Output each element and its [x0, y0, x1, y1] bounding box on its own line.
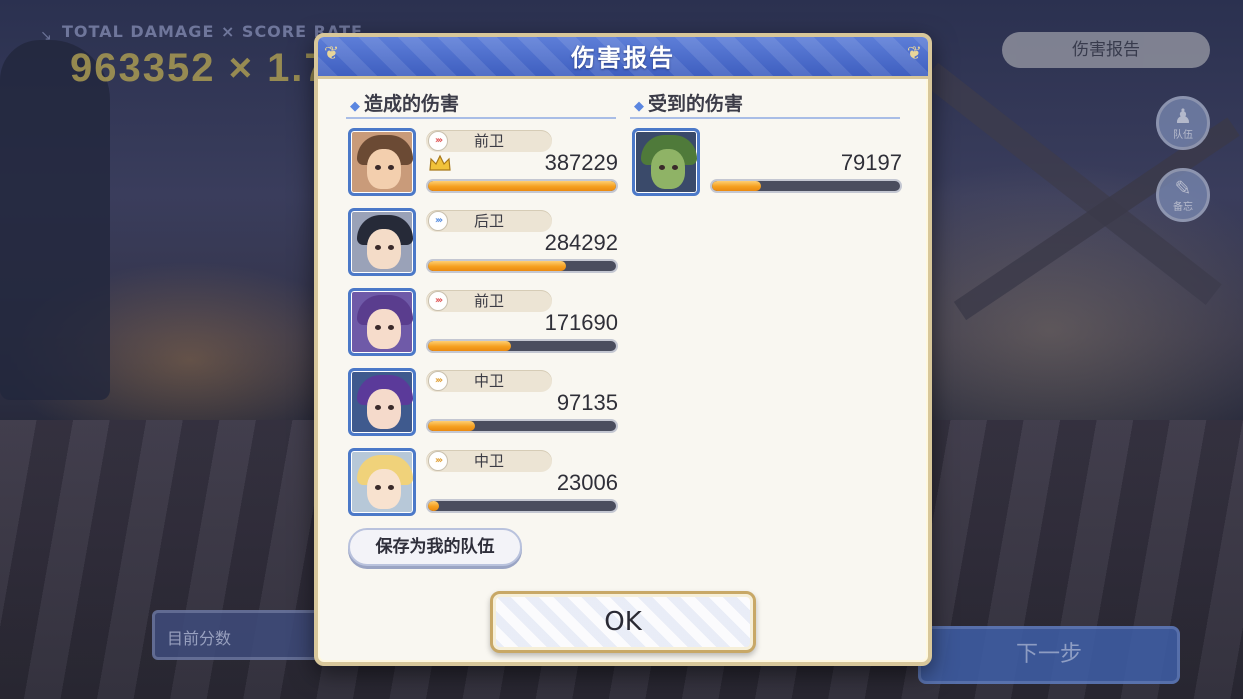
portrait-eye: [388, 165, 394, 170]
role-label: 前卫: [473, 132, 504, 150]
role-label: 中卫: [473, 452, 504, 470]
portrait-eye: [375, 245, 381, 250]
damage-row: ››› 前卫 171690: [348, 288, 618, 358]
dealt-damage-heading: ◆ 造成的伤害: [350, 89, 459, 116]
score-value: 963352 × 1.7: [70, 46, 329, 90]
portrait-eye: [659, 165, 665, 170]
damage-bar: [426, 179, 618, 193]
portrait-face: [367, 389, 401, 429]
crown-icon: [428, 154, 452, 172]
diamond-icon: ◆: [634, 99, 644, 114]
character-portrait[interactable]: [348, 288, 416, 356]
received-damage-heading: ◆ 受到的伤害: [634, 89, 743, 116]
memo-button[interactable]: ✎ 备忘: [1156, 168, 1210, 222]
damage-value: 387229: [544, 150, 618, 175]
divider: [346, 117, 616, 119]
role-badge: ››› 中卫: [426, 370, 552, 392]
current-score-label: 目前分数: [167, 629, 232, 648]
received-bar: [710, 179, 902, 193]
damage-bar-fill: [428, 261, 566, 271]
portrait-face: [367, 149, 401, 189]
background-tree: [0, 40, 110, 400]
damage-report-button[interactable]: 伤害报告: [1002, 32, 1210, 68]
character-portrait[interactable]: [348, 128, 416, 196]
damage-bar-fill: [428, 341, 512, 351]
portrait-eye: [375, 485, 381, 490]
character-portrait[interactable]: [348, 208, 416, 276]
damage-bar-fill: [428, 421, 476, 431]
portrait-face: [367, 229, 401, 269]
character-portrait[interactable]: [348, 448, 416, 516]
memo-icon: ✎: [1174, 175, 1192, 200]
memo-button-label: 备忘: [1173, 201, 1193, 213]
portrait-eye: [375, 405, 381, 410]
next-button[interactable]: 下一步: [918, 626, 1180, 684]
role-label: 前卫: [473, 292, 504, 310]
team-button-label: 队伍: [1173, 129, 1193, 141]
damage-value: 23006: [556, 470, 618, 495]
portrait-eye: [388, 325, 394, 330]
team-icon: ♟: [1174, 103, 1192, 128]
portrait-eye: [388, 245, 394, 250]
damage-value: 171690: [544, 310, 618, 335]
dialog-header: ❦ 伤害报告 ❦: [318, 37, 928, 79]
role-label: 中卫: [473, 372, 504, 390]
received-damage-value: 79197: [840, 150, 902, 175]
damage-bar-fill: [428, 181, 616, 191]
role-badge: ››› 后卫: [426, 210, 552, 232]
diamond-icon: ◆: [350, 99, 360, 114]
portrait-eye: [672, 165, 678, 170]
role-label: 后卫: [473, 212, 504, 230]
divider: [630, 117, 900, 119]
portrait-face: [367, 309, 401, 349]
ok-button[interactable]: OK: [490, 591, 756, 653]
dealt-damage-heading-text: 造成的伤害: [364, 93, 460, 115]
received-bar-fill: [712, 181, 761, 191]
received-row: 79197: [632, 128, 902, 198]
damage-report-dialog: ❦ 伤害报告 ❦ ◆ 造成的伤害 ◆ 受到的伤害 ››› 前卫 387229 ››› 后卫 2…: [314, 33, 932, 666]
team-button[interactable]: ♟ 队伍: [1156, 96, 1210, 150]
role-badge: ››› 前卫: [426, 130, 552, 152]
damage-value: 284292: [544, 230, 618, 255]
portrait-eye: [375, 165, 381, 170]
portrait-eye: [375, 325, 381, 330]
battle-result-screen: ↘ TOTAL DAMAGE × SCORE RATE 963352 × 1.7…: [0, 0, 1243, 699]
damage-row: ››› 中卫 23006: [348, 448, 618, 518]
damage-bar: [426, 419, 618, 433]
character-portrait[interactable]: [348, 368, 416, 436]
damage-row: ››› 中卫 97135: [348, 368, 618, 438]
damage-bar: [426, 259, 618, 273]
portrait-eye: [388, 405, 394, 410]
damage-row: ››› 后卫 284292: [348, 208, 618, 278]
role-badge: ››› 前卫: [426, 290, 552, 312]
ornament-icon: ❦: [324, 43, 340, 64]
damage-row: ››› 前卫 387229: [348, 128, 618, 198]
ornament-icon: ❦: [906, 43, 922, 64]
damage-bar: [426, 339, 618, 353]
current-score-panel: 目前分数: [152, 610, 332, 660]
save-team-button[interactable]: 保存为我的队伍: [348, 528, 522, 566]
portrait-eye: [388, 485, 394, 490]
portrait-face: [367, 469, 401, 509]
character-portrait[interactable]: [632, 128, 700, 196]
damage-bar: [426, 499, 618, 513]
damage-value: 97135: [556, 390, 618, 415]
arrow-icon: ↘: [40, 28, 52, 44]
damage-bar-fill: [428, 501, 440, 511]
role-badge: ››› 中卫: [426, 450, 552, 472]
portrait-face: [651, 149, 685, 189]
received-damage-heading-text: 受到的伤害: [648, 93, 744, 115]
dialog-title: 伤害报告: [571, 44, 675, 72]
